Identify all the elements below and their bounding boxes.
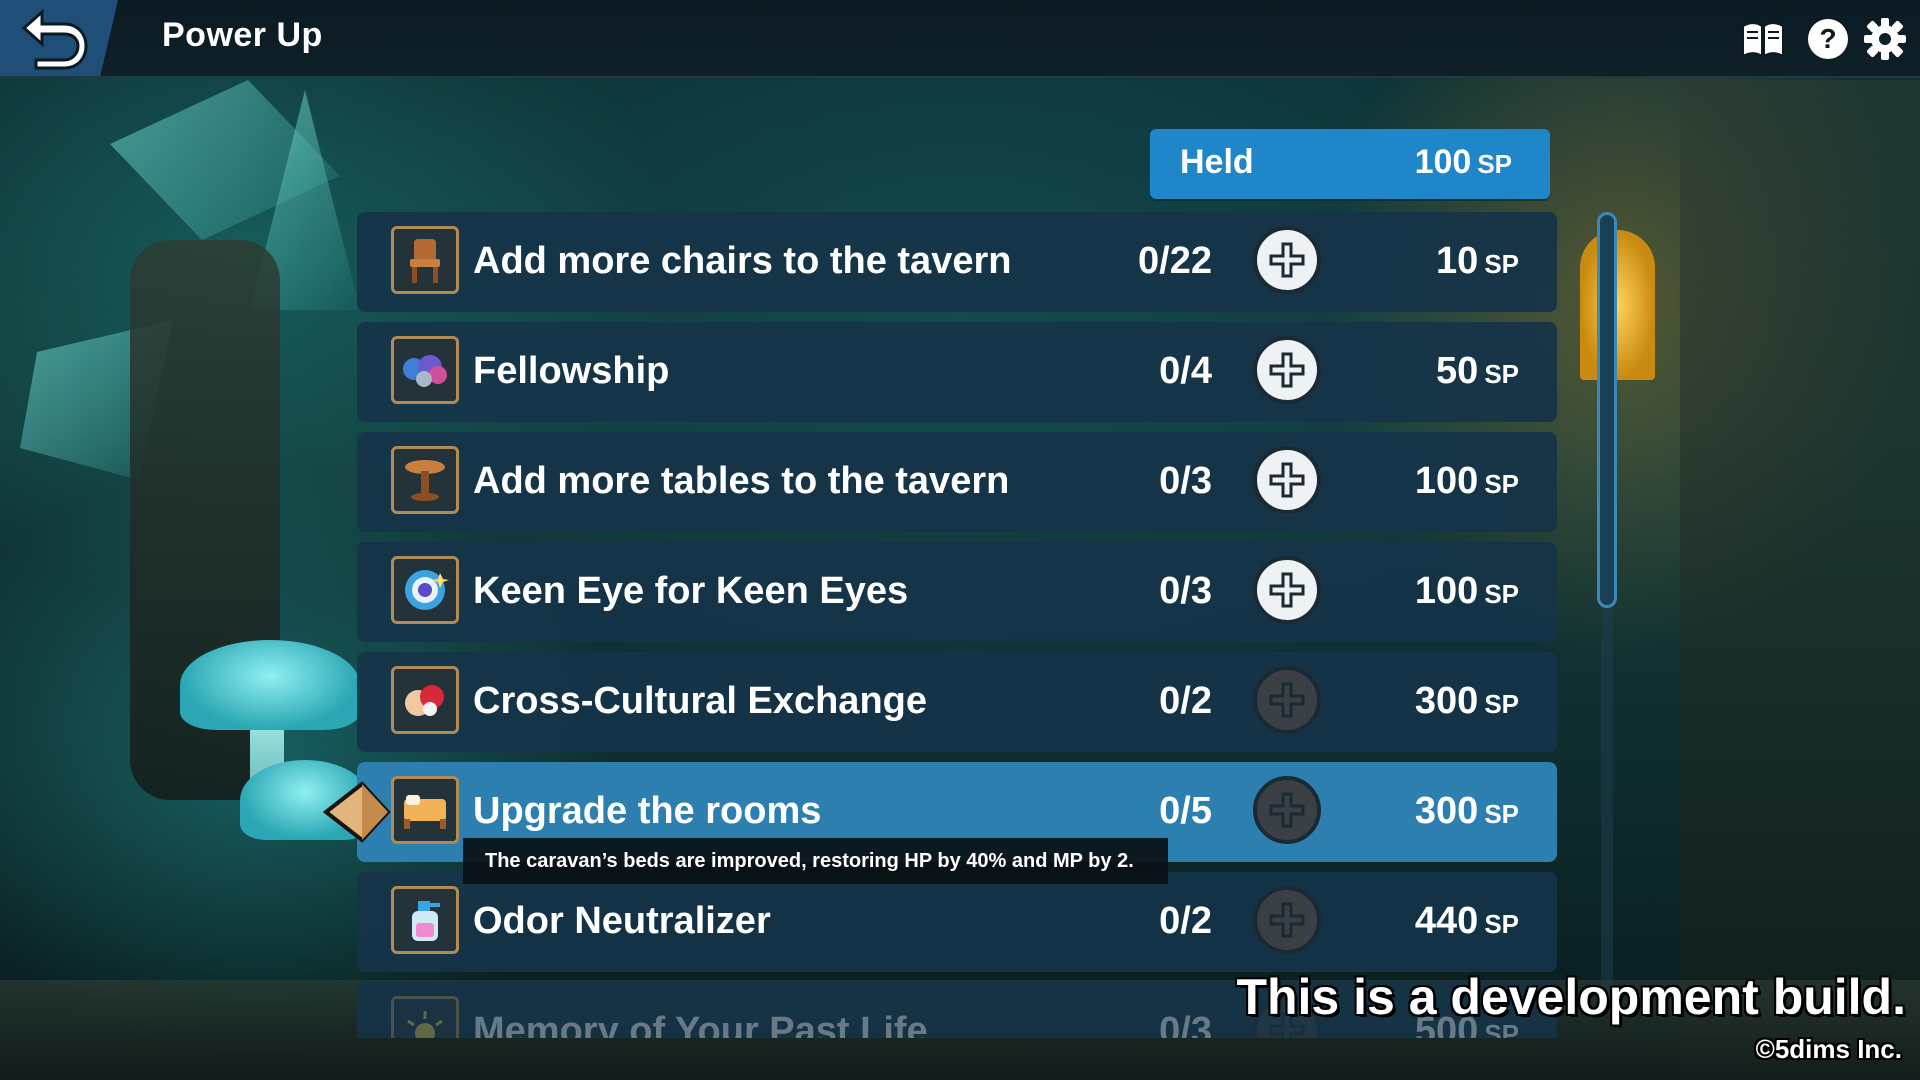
crystal-decoration <box>20 320 173 480</box>
row-cost: 300 SP <box>1414 680 1519 722</box>
row-cost: 100 SP <box>1414 460 1519 502</box>
power-up-row[interactable]: Keen Eye for Keen Eyes 0/3 100 SP <box>357 542 1557 642</box>
power-up-row[interactable]: Fellowship 0/4 50 SP <box>357 322 1557 422</box>
help-icon[interactable]: ? <box>1805 16 1851 62</box>
row-name: Add more tables to the tavern <box>473 460 1010 502</box>
row-name: Cross-Cultural Exchange <box>473 680 927 722</box>
plus-icon <box>1269 572 1305 608</box>
row-name: Add more chairs to the tavern <box>473 240 1012 282</box>
plus-icon <box>1269 462 1305 498</box>
plus-icon <box>1269 242 1305 278</box>
scrollbar-thumb[interactable] <box>1597 212 1617 608</box>
add-button[interactable] <box>1253 666 1321 734</box>
row-cost: 440 SP <box>1414 900 1519 942</box>
row-cost: 300 SP <box>1414 790 1519 832</box>
row-progress: 0/22 <box>1138 240 1212 282</box>
svg-text:?: ? <box>1819 23 1836 54</box>
page-title: Power Up <box>162 16 323 54</box>
plus-icon <box>1269 792 1305 828</box>
row-progress: 0/2 <box>1159 680 1212 722</box>
held-label: Held <box>1180 143 1254 181</box>
tree-trunk-decoration <box>130 240 280 800</box>
row-progress: 0/3 <box>1159 570 1212 612</box>
plus-icon <box>1269 902 1305 938</box>
crystal-decoration <box>110 80 340 240</box>
plus-icon <box>1269 682 1305 718</box>
power-up-row[interactable]: Add more tables to the tavern 0/3 100 SP <box>357 432 1557 532</box>
plus-icon <box>1269 352 1305 388</box>
row-progress: 0/3 <box>1159 1010 1212 1038</box>
development-build-watermark: This is a development build. <box>1236 969 1906 1025</box>
row-progress: 0/5 <box>1159 790 1212 832</box>
row-cost: 50 SP <box>1436 350 1519 392</box>
table-icon <box>391 446 459 514</box>
mushroom-decoration <box>180 640 360 730</box>
sun-icon <box>391 996 459 1038</box>
top-bar: Power Up ? <box>0 0 1920 78</box>
row-progress: 0/3 <box>1159 460 1212 502</box>
spray-icon <box>391 886 459 954</box>
held-sp-value: 100 SP <box>1414 143 1512 181</box>
gear-icon[interactable] <box>1862 16 1908 62</box>
row-cost: 100 SP <box>1414 570 1519 612</box>
power-up-row[interactable]: Odor Neutralizer 0/2 440 SP <box>357 872 1557 972</box>
row-progress: 0/2 <box>1159 900 1212 942</box>
add-button[interactable] <box>1253 776 1321 844</box>
row-cost: 10 SP <box>1436 240 1519 282</box>
add-button[interactable] <box>1253 446 1321 514</box>
row-name: Odor Neutralizer <box>473 900 771 942</box>
back-arrow-icon <box>21 8 88 70</box>
book-icon[interactable] <box>1740 16 1786 62</box>
lit-window-decoration <box>1580 230 1655 380</box>
selection-cursor-icon <box>322 781 391 843</box>
rock-decoration <box>1680 80 1920 1080</box>
back-button[interactable] <box>0 0 118 76</box>
power-up-row[interactable]: Add more chairs to the tavern 0/22 10 SP <box>357 212 1557 312</box>
row-name: Keen Eye for Keen Eyes <box>473 570 909 612</box>
crystal-decoration <box>250 90 360 310</box>
power-up-row[interactable]: Cross-Cultural Exchange 0/2 300 SP <box>357 652 1557 752</box>
mushroom-decoration <box>250 690 284 830</box>
eye-icon <box>391 556 459 624</box>
copyright-text: ©5dims Inc. <box>1755 1034 1902 1064</box>
add-button[interactable] <box>1253 336 1321 404</box>
held-sp-panel: Held 100 SP <box>1150 129 1550 199</box>
chair-icon <box>391 226 459 294</box>
power-up-list[interactable]: Add more chairs to the tavern 0/22 10 SP … <box>357 212 1557 1038</box>
add-button[interactable] <box>1253 556 1321 624</box>
row-progress: 0/4 <box>1159 350 1212 392</box>
fellowship-icon <box>391 336 459 404</box>
row-name: Upgrade the rooms <box>473 790 822 832</box>
row-name: Fellowship <box>473 350 670 392</box>
description-tooltip: The caravan’s beds are improved, restori… <box>463 838 1168 884</box>
exchange-icon <box>391 666 459 734</box>
add-button[interactable] <box>1253 226 1321 294</box>
row-name: Memory of Your Past Life <box>473 1010 928 1038</box>
add-button[interactable] <box>1253 886 1321 954</box>
bed-icon <box>391 776 459 844</box>
